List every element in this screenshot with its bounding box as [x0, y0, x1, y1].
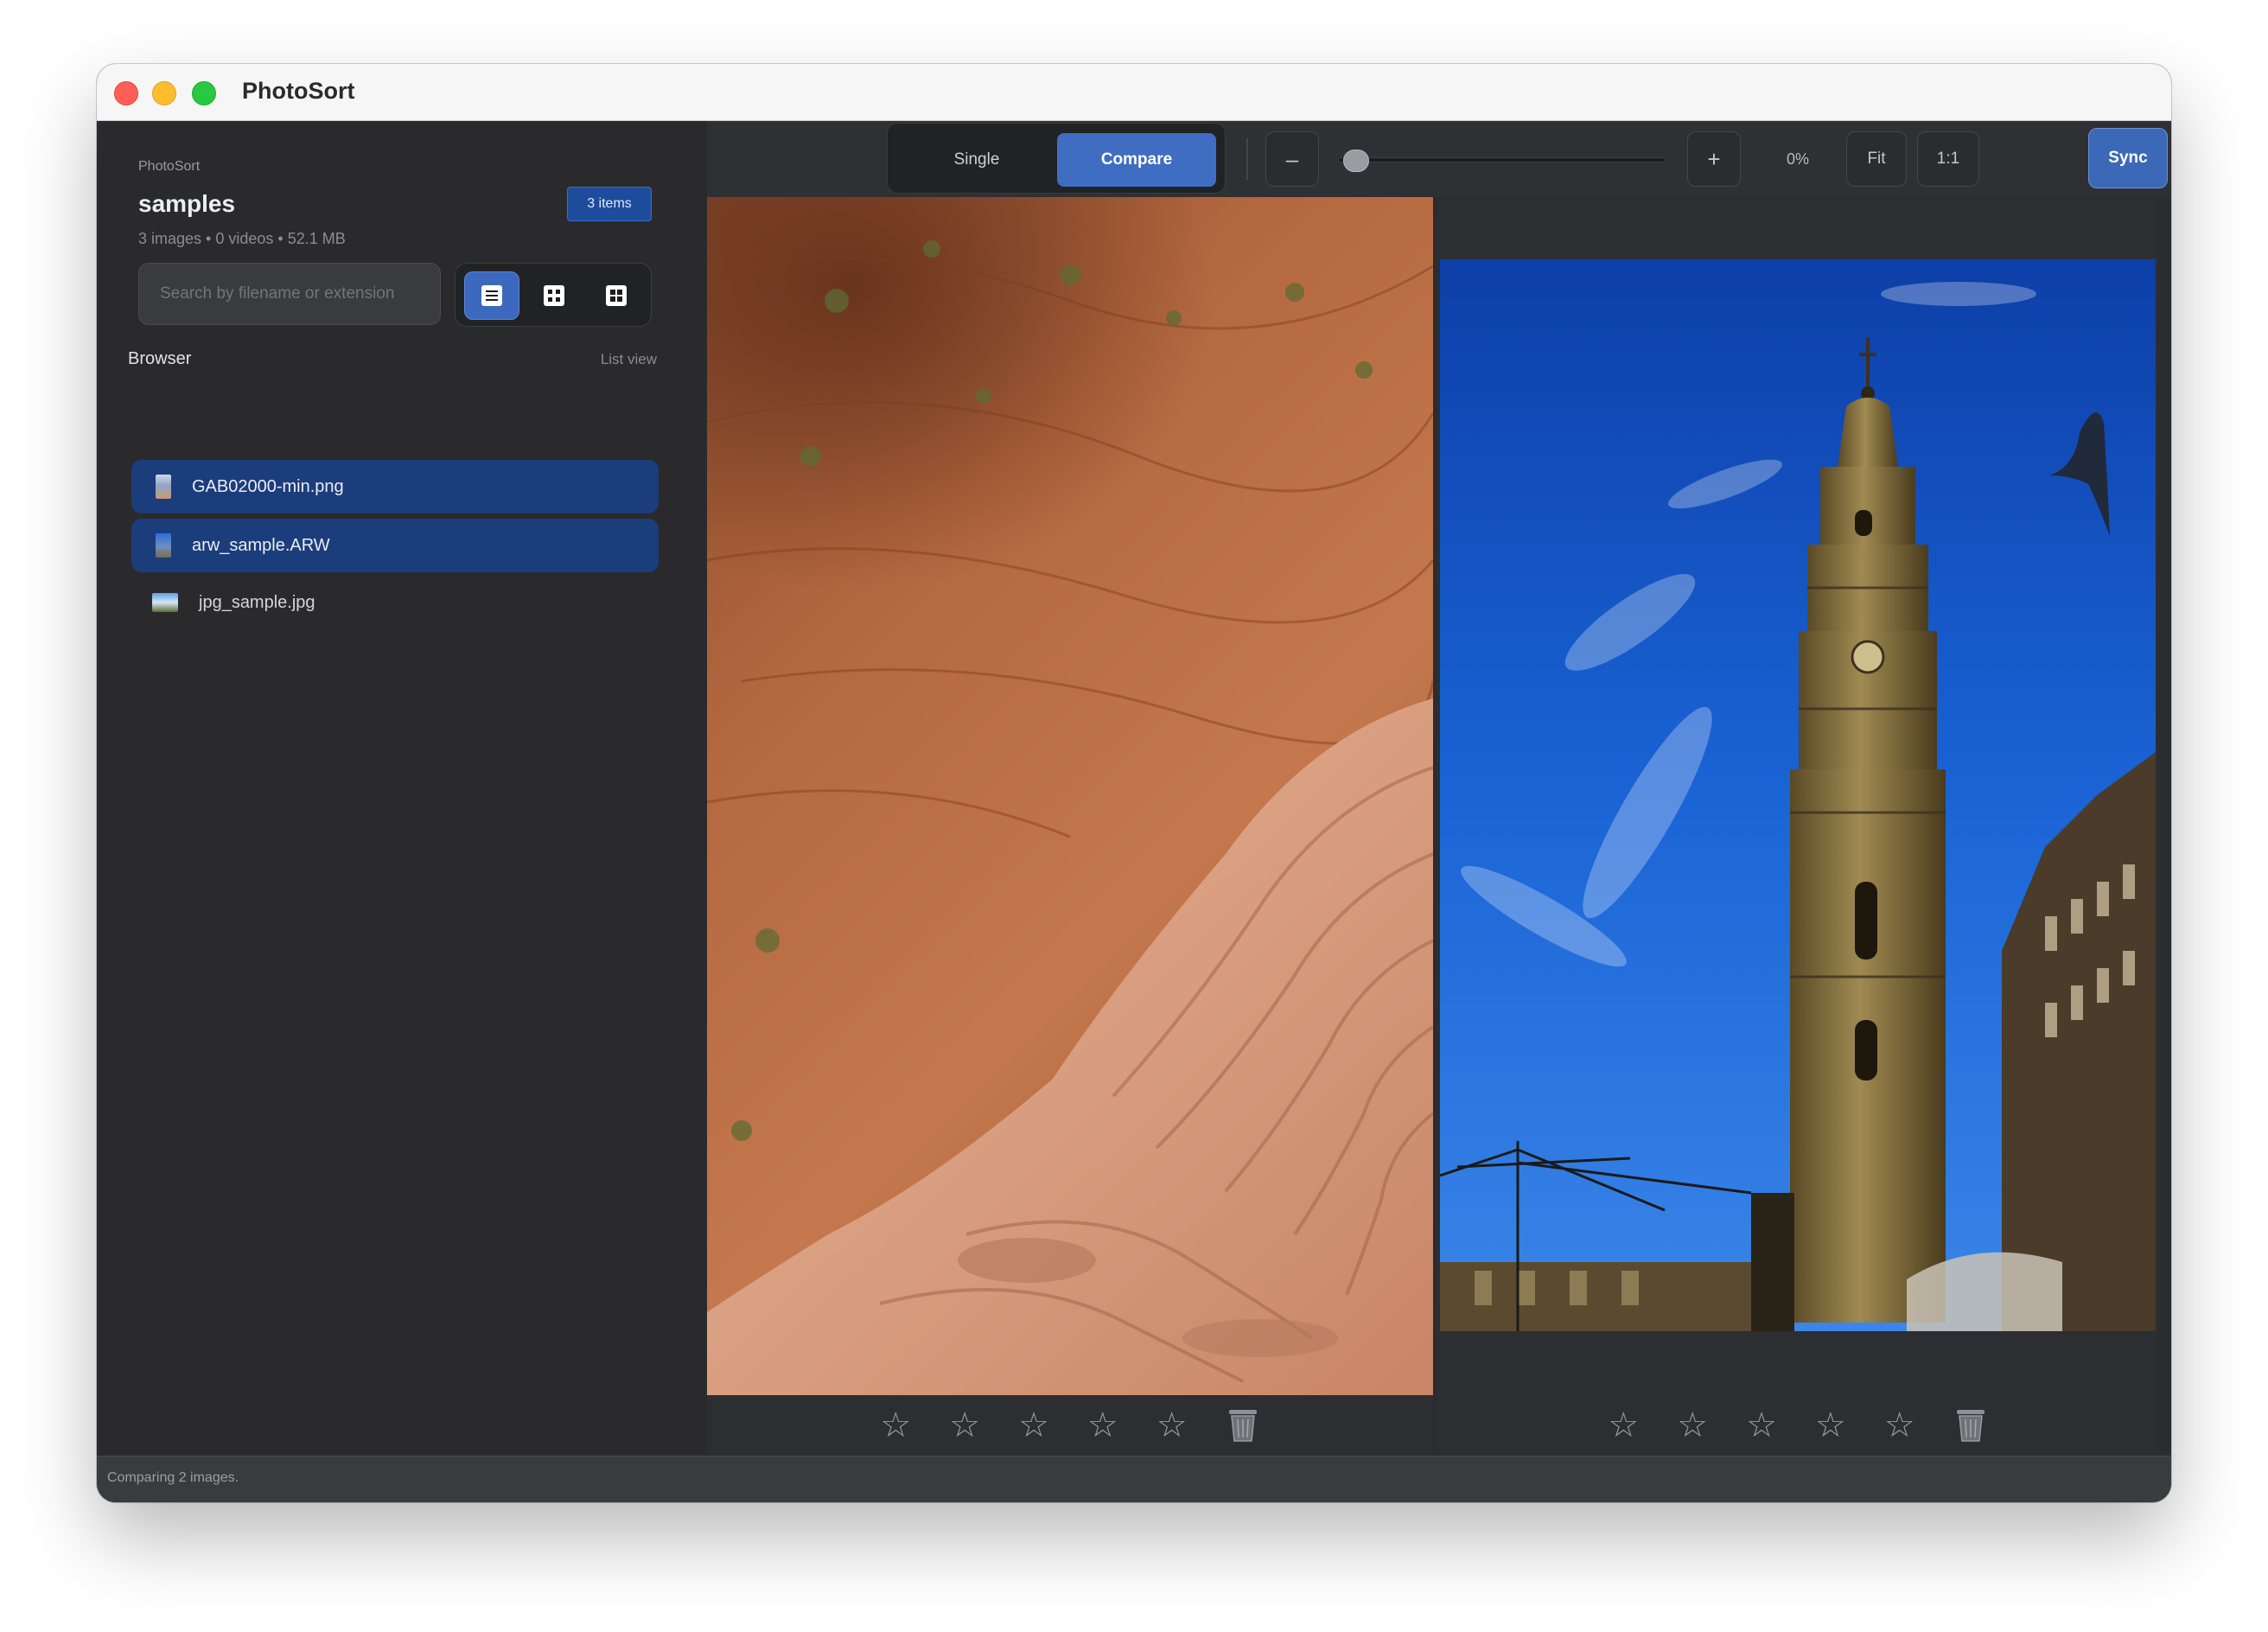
star-rating-1[interactable]: ☆	[880, 1408, 911, 1443]
grid-view-button[interactable]	[526, 271, 582, 320]
close-window-button[interactable]	[114, 81, 138, 105]
star-rating-1[interactable]: ☆	[1608, 1408, 1639, 1443]
view-mode-switch	[455, 263, 652, 327]
file-name: GAB02000-min.png	[192, 476, 344, 496]
sandstone-rock-image[interactable]	[707, 197, 1433, 1395]
folder-meta: 3 images • 0 videos • 52.1 MB	[138, 230, 346, 247]
star-rating-2[interactable]: ☆	[949, 1408, 980, 1443]
rating-bar-left: ☆ ☆ ☆ ☆ ☆	[707, 1395, 1433, 1456]
search-input[interactable]	[138, 263, 441, 325]
actual-size-button[interactable]: 1:1	[1917, 131, 1979, 187]
status-text: Comparing 2 images.	[107, 1470, 239, 1485]
minimize-window-button[interactable]	[152, 81, 176, 105]
title-bar: PhotoSort	[97, 64, 2171, 121]
star-rating-4[interactable]: ☆	[1087, 1408, 1118, 1443]
clock-tower-image[interactable]	[1440, 259, 2156, 1331]
compare-pane-left: ☆ ☆ ☆ ☆ ☆	[707, 197, 1433, 1456]
trash-icon[interactable]	[1226, 1406, 1260, 1444]
status-bar: Comparing 2 images.	[97, 1456, 2171, 1502]
zoom-slider[interactable]	[1338, 157, 1666, 163]
list-view-button[interactable]	[464, 271, 519, 320]
zoom-out-button[interactable]: –	[1265, 131, 1319, 187]
star-rating-5[interactable]: ☆	[1156, 1408, 1188, 1443]
star-rating-4[interactable]: ☆	[1815, 1408, 1846, 1443]
rating-bar-right: ☆ ☆ ☆ ☆ ☆	[1437, 1395, 2159, 1456]
fit-button[interactable]: Fit	[1846, 131, 1907, 187]
single-mode-button[interactable]: Single	[896, 133, 1057, 187]
trash-icon[interactable]	[1953, 1406, 1988, 1444]
viewer-toolbar: Single Compare – + 0% Fit 1:1 Sync	[707, 121, 2171, 197]
star-rating-3[interactable]: ☆	[1746, 1408, 1777, 1443]
star-rating-3[interactable]: ☆	[1018, 1408, 1049, 1443]
file-name: arw_sample.ARW	[192, 535, 330, 555]
maximize-window-button[interactable]	[192, 81, 216, 105]
star-rating-2[interactable]: ☆	[1677, 1408, 1708, 1443]
list-icon	[481, 285, 502, 306]
compare-mode-button[interactable]: Compare	[1057, 133, 1216, 187]
toolbar-divider	[1246, 138, 1248, 180]
zoom-percent: 0%	[1786, 150, 1809, 168]
file-thumbnail	[156, 475, 171, 499]
item-count-badge: 3 items	[567, 187, 652, 221]
view-mode-segmented-control: Single Compare	[887, 123, 1226, 194]
file-row[interactable]: jpg_sample.jpg	[131, 576, 659, 629]
file-thumbnail	[152, 593, 178, 612]
sidebar-app-label: PhotoSort	[138, 159, 201, 174]
star-rating-5[interactable]: ☆	[1884, 1408, 1915, 1443]
zoom-in-button[interactable]: +	[1687, 131, 1741, 187]
folder-name: samples	[138, 190, 236, 217]
file-row[interactable]: arw_sample.ARW	[131, 519, 659, 572]
window-title: PhotoSort	[242, 78, 355, 104]
app-window: PhotoSort PhotoSort samples 3 items 3 im…	[97, 64, 2171, 1502]
file-thumbnail	[156, 533, 171, 558]
zoom-slider-handle[interactable]	[1343, 150, 1369, 172]
large-grid-view-button[interactable]	[589, 271, 644, 320]
sidebar: PhotoSort samples 3 items 3 images • 0 v…	[97, 121, 707, 1456]
compare-pane-right: ☆ ☆ ☆ ☆ ☆	[1437, 197, 2159, 1456]
browser-section-title: Browser	[128, 349, 192, 368]
grid-icon	[544, 285, 564, 306]
file-name: jpg_sample.jpg	[199, 592, 315, 612]
sync-button[interactable]: Sync	[2088, 128, 2168, 188]
file-row[interactable]: GAB02000-min.png	[131, 460, 659, 513]
grid-large-icon	[606, 285, 627, 306]
view-mode-label: List view	[600, 351, 657, 367]
